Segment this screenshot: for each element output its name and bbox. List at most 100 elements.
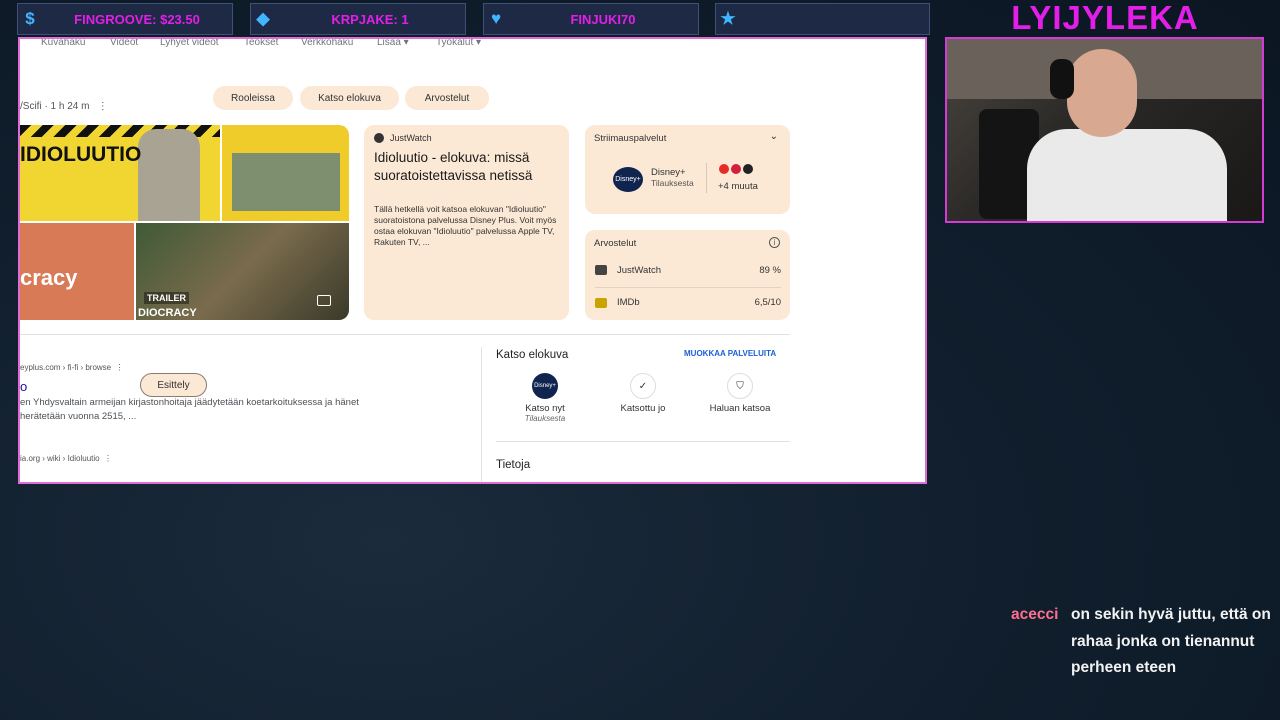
movie-meta-text: /Scifi · 1 h 24 m xyxy=(20,101,90,112)
divider xyxy=(20,334,790,335)
disney-plus-logo-icon[interactable]: Disney+ xyxy=(613,167,643,192)
poster-image-1[interactable]: IDIOLUUTIO xyxy=(20,125,220,221)
divider xyxy=(481,347,482,482)
nav-item[interactable]: Videot xyxy=(110,39,138,48)
action-label: Katsottu jo xyxy=(620,403,666,414)
star-icon: ★ xyxy=(720,9,736,28)
poster-image-2[interactable] xyxy=(222,125,349,221)
more-vert-icon[interactable]: ⋮ xyxy=(100,454,112,463)
result-url[interactable]: eyplus.com › fi-fi › browse ⋮ xyxy=(20,363,124,372)
more-vert-icon[interactable]: ⋮ xyxy=(111,363,124,372)
browser-capture: Kuvahaku Videot Lyhyet videot Teokset Ve… xyxy=(18,37,927,484)
action-label: Haluan katsoa xyxy=(709,403,771,414)
bookmark-icon: ⛉ xyxy=(727,373,753,399)
streaming-label: Striimauspalvelut xyxy=(594,133,667,144)
heart-icon: ♥ xyxy=(490,9,502,28)
service-logos xyxy=(719,164,753,174)
headphones-icon xyxy=(1050,59,1074,99)
webcam-person-body xyxy=(1027,129,1227,221)
rating-row[interactable]: IMDb 6,5/10 xyxy=(595,287,781,317)
nav-item[interactable]: Lisää ▾ xyxy=(377,39,409,48)
ratings-label: Arvostelut xyxy=(594,238,637,249)
streaming-card[interactable]: Striimauspalvelut ⌄ Disney+ Disney+ Tilau… xyxy=(585,125,790,214)
poster-title: cracy xyxy=(20,265,78,290)
dollar-icon: $ xyxy=(25,9,35,28)
divider xyxy=(496,441,790,442)
movie-meta: /Scifi · 1 h 24 m ⋮ xyxy=(20,101,108,112)
trailer-badge: TRAILER xyxy=(144,292,189,304)
streaming-service[interactable]: Disney+ Tilauksesta xyxy=(651,167,694,189)
result-title[interactable]: o xyxy=(20,379,27,394)
rating-score: 6,5/10 xyxy=(754,297,781,308)
chip-rooleissa[interactable]: Rooleissa xyxy=(213,86,293,110)
divider xyxy=(706,163,707,193)
trailer-image[interactable]: TRAILER DIOCRACY xyxy=(136,223,349,320)
gem-icon: ◆ xyxy=(256,9,270,28)
nav-item[interactable]: Lyhyet videot xyxy=(160,39,219,48)
play-store-icon xyxy=(731,164,741,174)
service-name: Disney+ xyxy=(651,167,686,178)
more-services[interactable]: +4 muuta xyxy=(718,181,758,192)
alert-star: ★ xyxy=(715,3,930,35)
action-label: Katso nyt xyxy=(525,403,565,414)
result-url[interactable]: ia.org › wiki › Idioluutio ⋮ xyxy=(20,454,112,463)
webcam-feed xyxy=(945,37,1264,223)
chip-esittely[interactable]: Esittely xyxy=(140,373,207,397)
info-icon[interactable]: i xyxy=(769,237,780,248)
search-nav: Kuvahaku Videot Lyhyet videot Teokset Ve… xyxy=(20,39,520,51)
want-to-watch-action[interactable]: ⛉ Haluan katsoa xyxy=(700,373,780,414)
rating-row[interactable]: JustWatch 89 % xyxy=(595,262,781,278)
imdb-icon xyxy=(595,297,607,308)
poster-figure xyxy=(138,129,200,221)
watched-action[interactable]: ✓ Katsottu jo xyxy=(603,373,683,414)
alert-follow: ♥ FINJUKI70 xyxy=(483,3,699,35)
justwatch-source: JustWatch xyxy=(374,133,432,143)
check-icon: ✓ xyxy=(630,373,656,399)
streamer-name: LYIJYLEKA xyxy=(1011,0,1199,36)
source-name: JustWatch xyxy=(390,133,432,143)
poster-photo xyxy=(232,153,340,211)
chip-katso-elokuva[interactable]: Katso elokuva xyxy=(300,86,399,110)
rating-source: IMDb xyxy=(617,297,640,308)
service-subscription: Tilauksesta xyxy=(651,178,694,188)
alert-gem: ◆ KRPJAKE: 1 xyxy=(250,3,466,35)
edit-services-link[interactable]: MUOKKAA PALVELUITA xyxy=(684,349,776,358)
justwatch-description: Tällä hetkellä voit katsoa elokuvan "Idi… xyxy=(374,204,557,247)
poster-title: IDIOLUUTIO xyxy=(20,143,142,166)
chat-username: acecci xyxy=(1011,606,1059,623)
chip-arvostelut[interactable]: Arvostelut xyxy=(405,86,489,110)
result-url-text: eyplus.com › fi-fi › browse xyxy=(20,363,112,372)
info-heading: Tietoja xyxy=(496,459,531,471)
result-url-text: ia.org › wiki › Idioluutio xyxy=(20,454,100,463)
rating-score: 89 % xyxy=(759,264,781,276)
justwatch-icon xyxy=(595,265,607,275)
image-gallery-icon[interactable] xyxy=(317,295,331,306)
alert-text: FINJUKI70 xyxy=(570,11,636,27)
rating-source: JustWatch xyxy=(617,264,661,276)
watch-heading: Katso elokuva xyxy=(496,349,569,361)
alert-text: FINGROOVE: $23.50 xyxy=(74,11,200,27)
nav-item[interactable]: Verkkohaku xyxy=(301,39,353,48)
youtube-icon xyxy=(719,164,729,174)
justwatch-heading[interactable]: Idioluutio - elokuva: missä suoratoistet… xyxy=(374,149,564,184)
poster-image-3[interactable]: cracy xyxy=(20,223,134,320)
nav-item[interactable]: Kuvahaku xyxy=(41,39,85,48)
nav-item[interactable]: Työkalut ▾ xyxy=(436,39,481,48)
nav-item[interactable]: Teokset xyxy=(244,39,278,48)
image-collage[interactable]: IDIOLUUTIO cracy TRAILER DIOCRACY xyxy=(20,125,349,320)
apple-tv-icon xyxy=(743,164,753,174)
more-vert-icon[interactable]: ⋮ xyxy=(92,101,108,112)
trailer-title: DIOCRACY xyxy=(138,307,197,319)
justwatch-logo-icon xyxy=(374,133,384,143)
alert-tip: $ FINGROOVE: $23.50 xyxy=(17,3,233,35)
justwatch-card[interactable]: JustWatch Idioluutio - elokuva: missä su… xyxy=(364,125,569,320)
action-sub: Tilauksesta xyxy=(524,414,566,423)
ratings-card: Arvostelut i JustWatch 89 % IMDb 6,5/10 xyxy=(585,230,790,320)
chat-text: on sekin hyvä juttu, että on rahaa jonka… xyxy=(1071,606,1271,676)
result-snippet: en Yhdysvaltain armeijan kirjastonhoitaj… xyxy=(20,397,359,422)
disney-plus-icon: Disney+ xyxy=(532,373,558,399)
chevron-down-icon[interactable]: ⌄ xyxy=(770,131,778,142)
webcam-person-head xyxy=(1067,49,1137,137)
watch-now-action[interactable]: Disney+ Katso nyt Tilauksesta xyxy=(505,373,585,423)
alert-text: KRPJAKE: 1 xyxy=(331,11,409,27)
